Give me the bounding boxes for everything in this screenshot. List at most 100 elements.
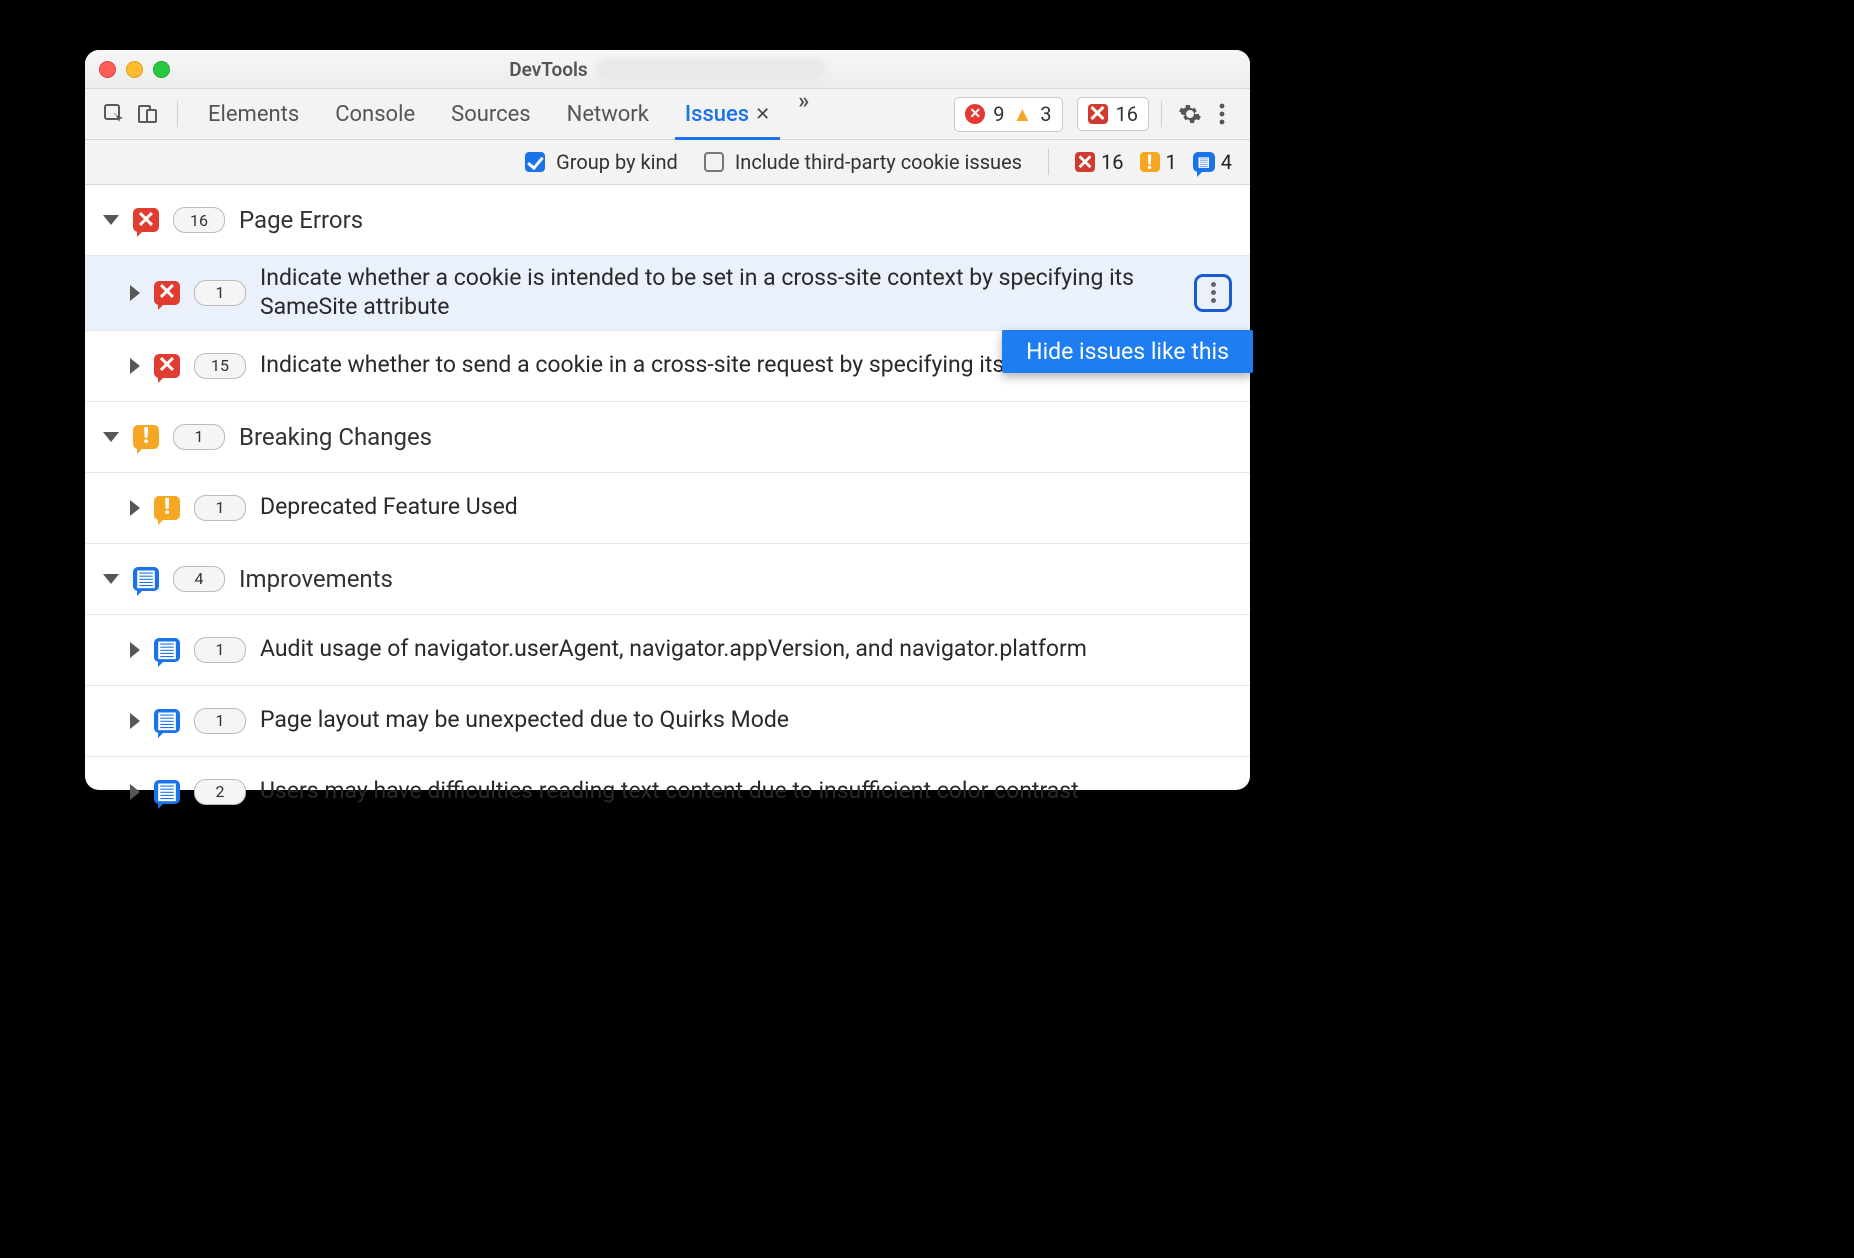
toolbar-counts: ✕ 9 ▲ 3 ✕ 16 — [954, 97, 1149, 132]
context-menu-hide-issues[interactable]: Hide issues like this — [1002, 330, 1253, 373]
info-speech-icon: ▤ — [154, 780, 180, 804]
context-menu-label: Hide issues like this — [1026, 338, 1229, 365]
tab-issues-close-icon[interactable]: ✕ — [755, 104, 770, 125]
info-speech-icon: ▤ — [1193, 152, 1215, 172]
group-improvements[interactable]: ▤ 4 Improvements — [85, 543, 1250, 614]
issues-list: ✕ 16 Page Errors ✕ 1 Indicate whether a … — [85, 185, 1250, 827]
filter-error-count[interactable]: ✕ 16 — [1075, 150, 1123, 174]
tab-issues-label: Issues — [685, 102, 749, 127]
filter-counts: ✕ 16 ! 1 ▤ 4 — [1075, 150, 1232, 174]
window-title: DevTools — [509, 58, 587, 81]
devtools-tabs: Elements Console Sources Network Issues … — [190, 89, 819, 139]
filter-info-count[interactable]: ▤ 4 — [1193, 150, 1232, 174]
chevron-right-icon — [130, 358, 140, 374]
error-count: 9 — [993, 102, 1004, 126]
filter-warn-count[interactable]: ! 1 — [1140, 150, 1177, 174]
group-by-kind-input[interactable] — [525, 152, 545, 172]
devtools-toolbar: Elements Console Sources Network Issues … — [85, 89, 1250, 140]
info-speech-icon: ▤ — [154, 709, 180, 733]
more-options-icon[interactable] — [1206, 98, 1238, 130]
issue-title: Audit usage of navigator.userAgent, navi… — [260, 635, 1232, 664]
group-count: 1 — [173, 424, 225, 450]
issue-row[interactable]: ! 1 Deprecated Feature Used — [85, 472, 1250, 543]
filter-warn-num: 1 — [1166, 150, 1177, 174]
filter-divider — [1048, 149, 1049, 175]
issue-count: 2 — [194, 779, 246, 805]
issue-count: 15 — [194, 353, 246, 379]
issue-title: Users may have difficulties reading text… — [260, 777, 1232, 806]
warning-speech-icon: ! — [133, 425, 159, 449]
tab-issues[interactable]: Issues ✕ — [667, 89, 788, 139]
device-toolbar-icon[interactable] — [131, 97, 165, 131]
issue-title: Page layout may be unexpected due to Qui… — [260, 706, 1232, 735]
settings-gear-icon[interactable] — [1174, 98, 1206, 130]
tab-sources[interactable]: Sources — [433, 89, 549, 139]
group-breaking-changes[interactable]: ! 1 Breaking Changes — [85, 401, 1250, 472]
include-third-party-checkbox[interactable]: Include third-party cookie issues — [700, 149, 1022, 175]
include-third-party-input[interactable] — [704, 152, 724, 172]
group-title: Breaking Changes — [239, 423, 432, 451]
group-title: Improvements — [239, 565, 393, 593]
chevron-down-icon — [103, 574, 119, 584]
issue-row[interactable]: ✕ 1 Indicate whether a cookie is intende… — [85, 255, 1250, 330]
group-page-errors[interactable]: ✕ 16 Page Errors — [85, 185, 1250, 255]
devtools-window: DevTools Elements Console Sources Networ… — [85, 50, 1250, 790]
inspect-element-icon[interactable] — [97, 97, 131, 131]
tab-console[interactable]: Console — [317, 89, 433, 139]
filter-error-num: 16 — [1101, 150, 1123, 174]
include-third-party-label: Include third-party cookie issues — [735, 150, 1022, 174]
chevron-down-icon — [103, 215, 119, 225]
group-by-kind-label: Group by kind — [556, 150, 678, 174]
group-title: Page Errors — [239, 206, 363, 234]
tab-console-label: Console — [335, 102, 415, 127]
tab-network[interactable]: Network — [549, 89, 667, 139]
toolbar-divider — [1161, 101, 1162, 127]
error-square-icon: ✕ — [1088, 104, 1108, 124]
filter-info-num: 4 — [1221, 150, 1232, 174]
chevron-right-icon — [130, 713, 140, 729]
tab-sources-label: Sources — [451, 102, 531, 127]
tab-network-label: Network — [567, 102, 649, 127]
issues-filter-bar: Group by kind Include third-party cookie… — [85, 140, 1250, 185]
issues-counts-button[interactable]: ✕ 16 — [1077, 97, 1149, 131]
console-counts-button[interactable]: ✕ 9 ▲ 3 — [954, 97, 1062, 132]
issue-count: 1 — [194, 637, 246, 663]
error-square-icon: ✕ — [1075, 152, 1095, 172]
issue-more-button[interactable] — [1194, 274, 1232, 312]
titlebar: DevTools — [85, 50, 1250, 89]
chevron-right-icon — [130, 642, 140, 658]
info-speech-icon: ▤ — [133, 567, 159, 591]
chevron-right-icon — [130, 784, 140, 800]
chevron-down-icon — [103, 432, 119, 442]
warning-triangle-icon: ▲ — [1012, 102, 1032, 127]
window-maximize-button[interactable] — [153, 61, 170, 78]
tab-elements-label: Elements — [208, 102, 299, 127]
error-speech-icon: ✕ — [154, 281, 180, 305]
chevron-right-icon — [130, 500, 140, 516]
issue-title: Deprecated Feature Used — [260, 493, 1232, 522]
toolbar-divider — [177, 101, 178, 127]
group-count: 16 — [173, 207, 225, 233]
warning-count: 3 — [1040, 102, 1051, 126]
issue-row[interactable]: ▤ 2 Users may have difficulties reading … — [85, 756, 1250, 827]
window-title-detail-redacted — [596, 58, 826, 80]
traffic-lights — [99, 61, 170, 78]
warning-speech-icon: ! — [154, 496, 180, 520]
warning-square-icon: ! — [1140, 152, 1160, 172]
window-close-button[interactable] — [99, 61, 116, 78]
window-minimize-button[interactable] — [126, 61, 143, 78]
tab-elements[interactable]: Elements — [190, 89, 317, 139]
issue-count: 1 — [194, 280, 246, 306]
group-by-kind-checkbox[interactable]: Group by kind — [521, 149, 678, 175]
group-count: 4 — [173, 566, 225, 592]
issue-title: Indicate whether a cookie is intended to… — [260, 264, 1180, 322]
error-circle-icon: ✕ — [965, 104, 985, 124]
issue-count: 1 — [194, 708, 246, 734]
issue-row[interactable]: ▤ 1 Audit usage of navigator.userAgent, … — [85, 614, 1250, 685]
issue-row[interactable]: ▤ 1 Page layout may be unexpected due to… — [85, 685, 1250, 756]
chevron-right-icon — [130, 285, 140, 301]
more-tabs-icon[interactable]: » — [788, 89, 819, 139]
issues-error-count: 16 — [1116, 102, 1138, 126]
error-speech-icon: ✕ — [133, 208, 159, 232]
issue-count: 1 — [194, 495, 246, 521]
